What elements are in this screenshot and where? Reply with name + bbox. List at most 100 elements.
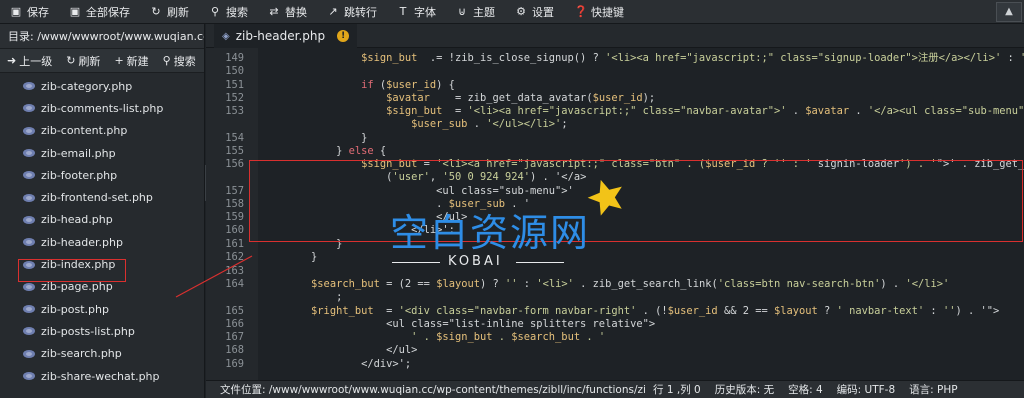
file-item[interactable]: zib-footer.php — [0, 164, 204, 186]
code-text: $sign_but = '<li><a href="javascript:;" … — [386, 105, 1024, 117]
line-number: 161 — [225, 238, 244, 250]
code-line[interactable]: 169 </div>'; — [206, 358, 1024, 371]
encoding-setting[interactable]: 编码: UTF-8 — [830, 382, 902, 397]
line-number: 169 — [225, 358, 244, 370]
file-name: zib-page.php — [41, 280, 113, 294]
line-number: 160 — [225, 224, 244, 236]
directory-path: 目录: /www/wwwroot/www.wuqian.cc... — [0, 24, 204, 49]
code-line[interactable]: 155 } else { — [206, 145, 1024, 158]
file-name: zib-comments-list.php — [41, 101, 164, 115]
code-line[interactable]: 154 } — [206, 132, 1024, 145]
tab-bar: ◈ zib-header.php ! — [206, 24, 1024, 48]
code-text: $avatar = zib_get_data_avatar($user_id); — [386, 92, 656, 104]
code-line[interactable]: 164 $search_but = (2 == $layout) ? '' : … — [206, 278, 1024, 291]
file-item[interactable]: zib-share-wechat.php — [0, 365, 204, 387]
code-line[interactable]: ; — [206, 291, 1024, 304]
file-item[interactable]: zib-index.php — [0, 253, 204, 275]
tab-label: zib-header.php — [235, 29, 326, 43]
code-line[interactable]: 166 <ul class="list-inline splitters rel… — [206, 318, 1024, 331]
code-line[interactable]: 162 } — [206, 251, 1024, 264]
code-line[interactable]: 150 — [206, 65, 1024, 78]
code-line[interactable]: 161 } — [206, 238, 1024, 251]
code-line[interactable]: 152 $avatar = zib_get_data_avatar($user_… — [206, 92, 1024, 105]
file-item[interactable]: zib-page.php — [0, 276, 204, 298]
file-item[interactable]: zib-search.php — [0, 343, 204, 365]
file-item[interactable]: zib-comments-list.php — [0, 97, 204, 119]
file-item[interactable]: zib-frontend-set.php — [0, 186, 204, 208]
code-text: $sign_but = '<li><a href="javascript:;" … — [361, 158, 1024, 170]
file-name: zib-email.php — [41, 146, 116, 160]
line-number: 156 — [225, 158, 244, 170]
line-number: 151 — [225, 79, 244, 91]
code-line[interactable]: 165 $right_but = '<div class="navbar-for… — [206, 305, 1024, 318]
goto-line-label: 跳转行 — [344, 5, 377, 19]
file-item[interactable]: zib-content.php — [0, 120, 204, 142]
file-location: 文件位置: /www/wwwroot/www.wuqian.cc/wp-cont… — [220, 384, 646, 396]
file-name: zib-share-wechat.php — [41, 369, 160, 383]
code-line[interactable]: 153 $sign_but = '<li><a href="javascript… — [206, 105, 1024, 118]
language-setting[interactable]: 语言: PHP — [902, 382, 964, 397]
code-line[interactable]: 167 ' . $sign_but . $search_but . ' — [206, 331, 1024, 344]
line-number: 165 — [225, 305, 244, 317]
line-number: 163 — [225, 265, 244, 277]
code-text: $right_but = '<div class="navbar-form na… — [311, 305, 1000, 317]
file-item-selected[interactable]: zib-header.php — [0, 231, 204, 253]
code-line[interactable]: 158 . $user_sub . ' — [206, 198, 1024, 211]
search-button[interactable]: ⚲ 搜索 — [199, 0, 258, 24]
code-line[interactable]: 149 $sign_but .= !zib_is_close_signup() … — [206, 52, 1024, 65]
code-line[interactable]: 151 if ($user_id) { — [206, 79, 1024, 92]
code-line[interactable]: 157 <ul class="sub-menu">' — [206, 185, 1024, 198]
new-file-label: 新建 — [126, 54, 149, 68]
file-item[interactable]: zib-email.php — [0, 142, 204, 164]
refresh-button[interactable]: ↻ 刷新 — [140, 0, 199, 24]
file-item[interactable]: zib-posts-list.php — [0, 320, 204, 342]
php-file-icon — [23, 82, 35, 91]
code-line[interactable]: $user_sub . '</ul></li>'; — [206, 118, 1024, 131]
indent-setting[interactable]: 空格: 4 — [781, 382, 830, 397]
code-line[interactable]: 163 — [206, 265, 1024, 278]
code-text: } else { — [261, 145, 387, 157]
settings-button[interactable]: ⚙ 设置 — [505, 0, 564, 24]
sidebar-search-label: 搜索 — [173, 54, 196, 68]
file-item[interactable]: zib-category.php — [0, 75, 204, 97]
php-file-icon — [23, 238, 35, 247]
file-item[interactable]: zib-head.php — [0, 209, 204, 231]
code-line[interactable]: 168 </ul> — [206, 344, 1024, 357]
code-line[interactable]: 160 </li>'; — [206, 224, 1024, 237]
theme-button[interactable]: ⊍ 主题 — [446, 0, 505, 24]
replace-button[interactable]: ⇄ 替换 — [258, 0, 317, 24]
code-editor[interactable]: 149 $sign_but .= !zib_is_close_signup() … — [206, 48, 1024, 380]
file-sidebar: 目录: /www/wwwroot/www.wuqian.cc... ➜ 上一级 ↻… — [0, 24, 205, 398]
tab-zib-header[interactable]: ◈ zib-header.php ! — [214, 24, 358, 48]
theme-icon: ⊍ — [457, 5, 467, 18]
code-line[interactable]: 156 $sign_but = '<li><a href="javascript… — [206, 158, 1024, 171]
code-line[interactable]: 159 </ul> — [206, 211, 1024, 224]
cursor-position[interactable]: 行 1 ,列 0 — [646, 382, 708, 397]
code-text: . $user_sub . ' — [261, 198, 531, 210]
collapse-toolbar-button[interactable]: ▲ — [996, 1, 1022, 22]
php-file-icon — [23, 126, 35, 135]
font-button[interactable]: T 字体 — [387, 0, 446, 24]
php-file-icon — [23, 349, 35, 358]
php-file-icon — [23, 193, 35, 202]
file-name: zib-index.php — [41, 258, 116, 272]
file-list: zib-category.php zib-comments-list.php z… — [0, 73, 204, 387]
line-number: 166 — [225, 318, 244, 330]
history-version[interactable]: 历史版本: 无 — [708, 382, 781, 397]
file-item[interactable]: zib-post.php — [0, 298, 204, 320]
gear-icon: ⚙ — [516, 5, 526, 18]
up-level-button[interactable]: ➜ 上一级 — [0, 53, 59, 69]
up-level-icon: ➜ — [7, 54, 17, 67]
collapse-up-icon: ▲ — [1005, 6, 1013, 17]
sidebar-search-button[interactable]: ⚲ 搜索 — [156, 53, 203, 69]
goto-line-button[interactable]: ↗ 跳转行 — [317, 0, 387, 24]
code-line[interactable]: ('user', '50 0 924 924') . '</a> — [206, 171, 1024, 184]
new-file-button[interactable]: + 新建 — [107, 53, 155, 69]
save-button[interactable]: ▣ 保存 — [0, 0, 59, 24]
php-file-icon — [23, 260, 35, 269]
shortcuts-button[interactable]: ❓ 快捷键 — [564, 0, 634, 24]
sidebar-refresh-button[interactable]: ↻ 刷新 — [59, 53, 107, 69]
code-text: </ul> — [261, 211, 468, 223]
save-all-button[interactable]: ▣ 全部保存 — [59, 0, 140, 24]
line-number: 158 — [225, 198, 244, 210]
